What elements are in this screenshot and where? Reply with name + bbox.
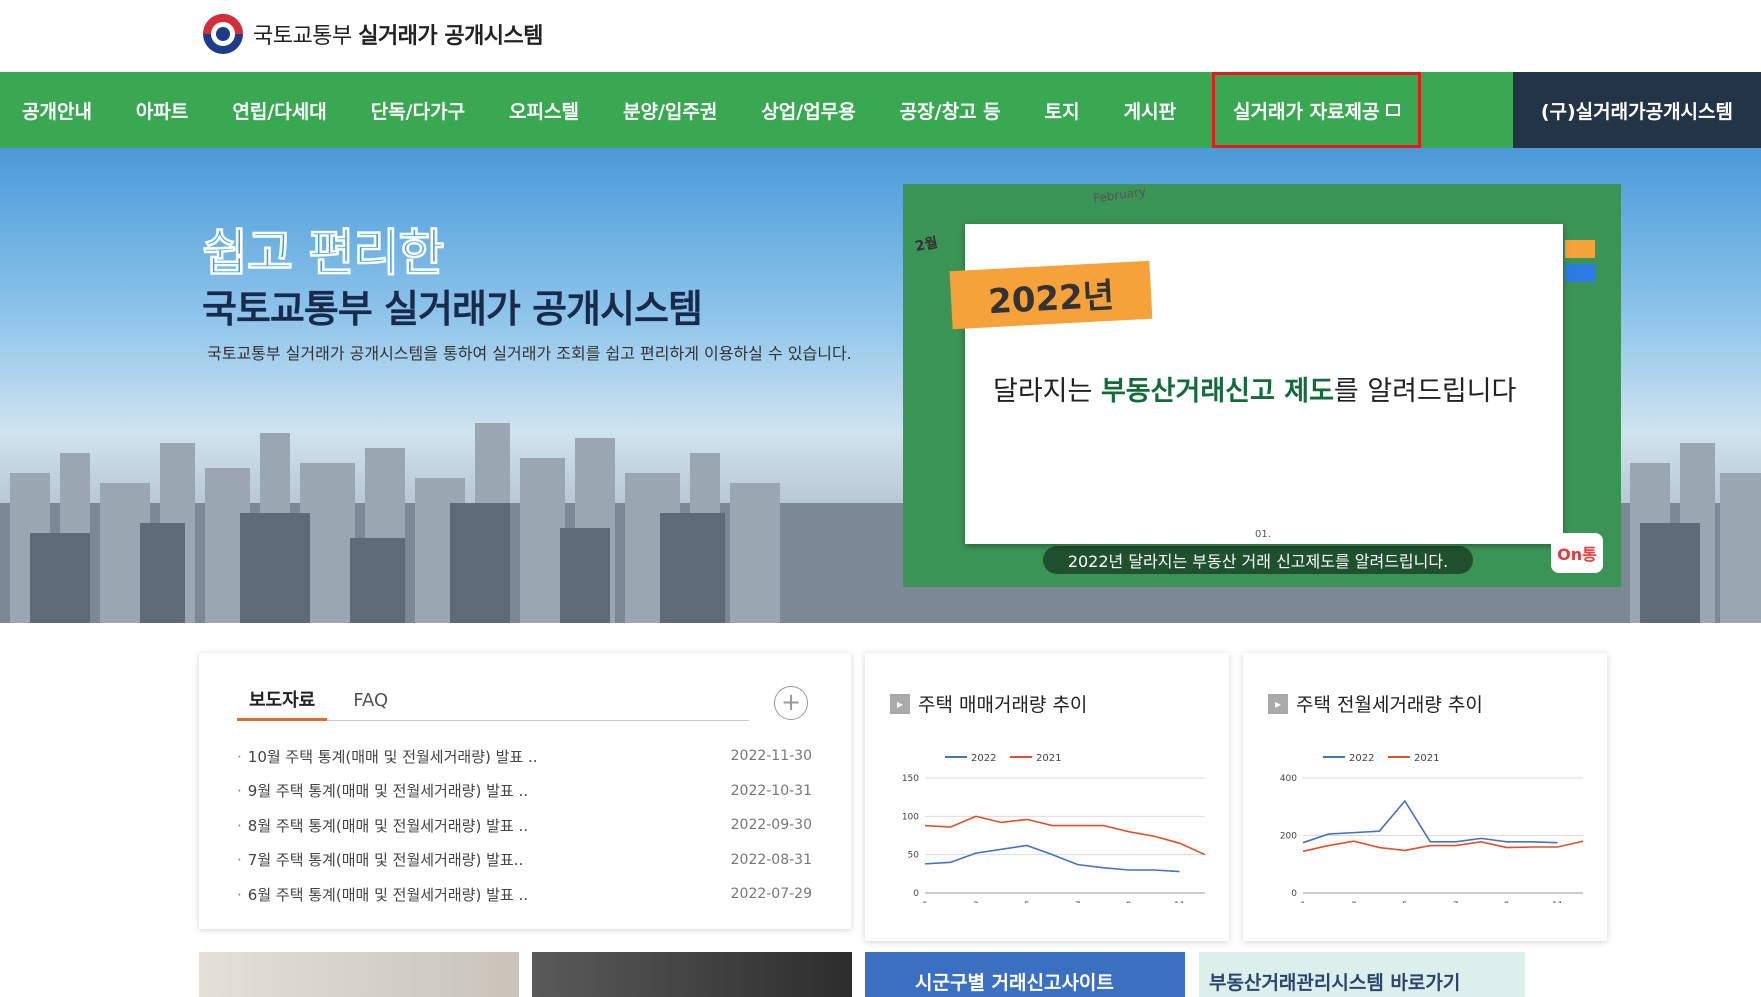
nav-item-officetel[interactable]: 오피스텔 (487, 72, 601, 148)
x-tick-label: 9 (1126, 901, 1132, 903)
news-tabs: 보도자료 FAQ (237, 681, 749, 721)
orange-sticky-icon (1565, 240, 1595, 258)
series-line-2022 (1302, 799, 1558, 844)
y-tick-label: 150 (902, 774, 919, 784)
legend-label: 2021 (1036, 753, 1061, 764)
list-item[interactable]: 7월 주택 통계(매매 및 전월세거래량) 발표..2022-08-31 (237, 843, 812, 878)
x-tick-label: 1 (922, 901, 928, 903)
x-tick-label: 1 (1300, 901, 1306, 903)
list-item[interactable]: 8월 주택 통계(매매 및 전월세거래량) 발표 ..2022-09-30 (237, 808, 812, 843)
laptop-photo-banner[interactable] (199, 952, 519, 997)
nav-item-commercial[interactable]: 상업/업무용 (739, 72, 877, 148)
series-line-2021 (924, 815, 1206, 856)
sales-volume-chart: 2022 2021 0 50 100 150 1 3 5 7 9 11 (902, 753, 1206, 903)
video-year-tag: 2022년 (949, 260, 1153, 330)
nav-item-detached[interactable]: 단독/다가구 (349, 72, 487, 148)
x-tick-label: 5 (1024, 901, 1030, 903)
y-tick-label: 100 (902, 812, 919, 822)
logo-ministry: 국토교통부 (253, 24, 352, 49)
nav-data-provision-label: 실거래가 자료제공 (1233, 100, 1380, 123)
rent-volume-chart-panel: ▸ 주택 전월세거래량 추이 2022 2021 0 200 400 1 3 5 7 9 11 (1243, 653, 1607, 941)
list-item[interactable]: 10월 주택 통계(매매 및 전월세거래량) 발표 ..2022-11-30 (237, 739, 812, 774)
video-feb-text: February (1092, 184, 1147, 206)
sales-volume-chart-panel: ▸ 주택 매매거래량 추이 2022 2021 0 50 100 150 1 3 5 7 9 11 (865, 653, 1229, 941)
legend-label: 2022 (1349, 753, 1374, 764)
x-tick-label: 11 (1552, 901, 1563, 903)
chart-title-sales: 주택 매매거래량 추이 (918, 694, 1088, 716)
y-tick-label: 0 (1291, 889, 1297, 899)
nav-item-board[interactable]: 게시판 (1102, 72, 1198, 148)
tab-faq[interactable]: FAQ (341, 681, 400, 721)
y-tick-label: 200 (1280, 832, 1297, 842)
x-tick-label: 3 (1351, 901, 1357, 903)
video-caption: 2022년 달라지는 부동산 거래 신고제도를 알려드립니다. (1043, 546, 1473, 574)
nav-item-land[interactable]: 토지 (1023, 72, 1102, 148)
legend-label: 2022 (971, 753, 996, 764)
phone-photo-banner[interactable] (532, 952, 852, 997)
list-item[interactable]: 9월 주택 통계(매매 및 전월세거래량) 발표 ..2022-10-31 (237, 774, 812, 809)
nav-item-presale[interactable]: 분양/입주권 (601, 72, 739, 148)
press-release-panel: 보도자료 FAQ + 10월 주택 통계(매매 및 전월세거래량) 발표 ..2… (199, 653, 851, 929)
nav-item-old-system[interactable]: (구)실거래가공개시스템 (1512, 72, 1761, 148)
hero-description: 국토교통부 실거래가 공개시스템을 통하여 실거래가 조회를 쉽고 편리하게 이… (207, 344, 852, 363)
hero-title-easy: 쉽고 편리한 (201, 224, 444, 283)
nav-item-guide[interactable]: 공개안내 (0, 72, 114, 148)
tab-press-release[interactable]: 보도자료 (237, 681, 328, 721)
external-link-icon (1385, 104, 1400, 116)
y-tick-label: 400 (1280, 774, 1297, 784)
legend-label: 2021 (1414, 753, 1439, 764)
series-line-2022 (924, 844, 1180, 873)
main-nav: 공개안내 아파트 연립/다세대 단독/다가구 오피스텔 분양/입주권 상업/업무… (0, 72, 1761, 148)
video-slide-number: 01. (1255, 529, 1271, 540)
video-month-text: 2월 (913, 234, 940, 256)
x-tick-label: 5 (1402, 901, 1408, 903)
ontong-badge-icon: On통 (1551, 533, 1603, 573)
taegeuk-logo-icon (203, 14, 243, 54)
chevron-right-icon: ▸ (1268, 693, 1288, 714)
x-tick-label: 9 (1504, 901, 1510, 903)
x-tick-label: 11 (1174, 901, 1185, 903)
nav-item-villa[interactable]: 연립/다세대 (210, 72, 348, 148)
y-tick-label: 50 (908, 851, 920, 861)
x-tick-label: 7 (1075, 901, 1081, 903)
news-list: 10월 주택 통계(매매 및 전월세거래량) 발표 ..2022-11-30 9… (237, 739, 812, 912)
transaction-system-banner[interactable]: 부동산거래관리시스템 바로가기 (1199, 952, 1525, 997)
nav-item-data-provision[interactable]: 실거래가 자료제공 (1212, 72, 1421, 148)
x-tick-label: 3 (973, 901, 979, 903)
chevron-right-icon: ▸ (890, 693, 910, 714)
district-report-banner[interactable]: 시군구별 거래신고사이트 (865, 952, 1185, 997)
more-plus-icon[interactable]: + (774, 686, 808, 720)
list-item[interactable]: 6월 주택 통계(매매 및 전월세거래량) 발표 ..2022-07-29 (237, 877, 812, 912)
nav-item-apartment[interactable]: 아파트 (114, 72, 210, 148)
logo-system: 실거래가 공개시스템 (358, 24, 544, 49)
hero-title-system: 국토교통부 실거래가 공개시스템 (202, 287, 703, 331)
x-tick-label: 7 (1453, 901, 1459, 903)
header: 국토교통부 실거래가 공개시스템 (0, 0, 1761, 72)
hero-banner: 쉽고 편리한 국토교통부 실거래가 공개시스템 국토교통부 실거래가 공개시스템… (0, 148, 1761, 623)
y-tick-label: 0 (913, 889, 919, 899)
site-logo[interactable]: 국토교통부 실거래가 공개시스템 (203, 14, 544, 54)
blue-sticky-icon (1565, 264, 1595, 282)
video-message: 달라지는 부동산거래신고 제도를 알려드립니다 (993, 376, 1517, 407)
promo-video[interactable]: February 2월 2022년 달라지는 부동산거래신고 제도를 알려드립니… (903, 184, 1621, 587)
nav-item-factory[interactable]: 공장/창고 등 (878, 72, 1023, 148)
rent-volume-chart: 2022 2021 0 200 400 1 3 5 7 9 11 (1280, 753, 1584, 903)
chart-title-rent: 주택 전월세거래량 추이 (1296, 694, 1483, 716)
